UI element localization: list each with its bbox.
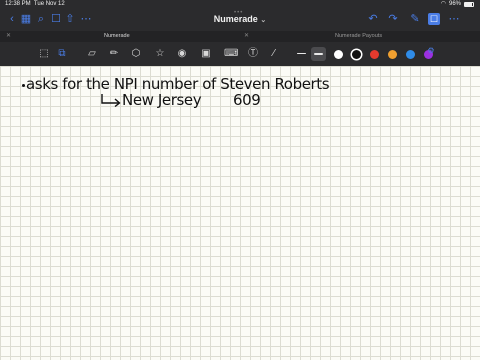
color-blue[interactable] xyxy=(406,50,415,59)
drawing-toolbar: ⬚ ⧉ ▱ ✏ ⬡ ☆ ◉ ▣ ⌨ Ⓣ ⁄ ⚙ xyxy=(0,42,480,66)
undo-icon[interactable]: ↶ xyxy=(367,13,379,25)
close-tab-icon[interactable]: ✕ xyxy=(244,31,249,42)
text-icon[interactable]: Ⓣ xyxy=(247,48,259,60)
status-time-text: 12:38 PM xyxy=(5,1,31,7)
battery-percent: 96% xyxy=(448,1,461,7)
shapes-icon[interactable]: ⬡ xyxy=(130,48,142,60)
tab-numerade-payouts[interactable]: Numerade Payouts xyxy=(335,31,382,42)
keyboard-icon[interactable]: ⌨ xyxy=(224,48,238,60)
stroke-medium[interactable] xyxy=(314,53,323,55)
note-line-2: New Jersey xyxy=(122,91,202,109)
image-icon[interactable]: ▣ xyxy=(200,48,212,60)
color-red[interactable] xyxy=(370,50,379,59)
wifi-icon: ◠ xyxy=(440,1,446,7)
document-title[interactable]: Numerade ⌄ xyxy=(0,14,480,24)
status-time: 12:38 PM Tue Nov 12 xyxy=(5,0,65,9)
battery-icon xyxy=(464,2,474,7)
stroke-thin[interactable] xyxy=(297,53,306,54)
arrow-icon xyxy=(101,94,121,107)
status-bar: 12:38 PM Tue Nov 12 ◠ 96% xyxy=(0,0,480,9)
color-white[interactable] xyxy=(334,50,343,59)
document-title-text: Numerade xyxy=(213,14,258,24)
sticker-icon[interactable]: ◉ xyxy=(176,48,188,60)
eraser-icon[interactable]: ▱ xyxy=(86,48,98,60)
scan-icon[interactable]: ⧉ xyxy=(56,48,68,60)
nav-bar: ••• ‹ ▦ ⌕ ☐ ⇧ ⋯ Numerade ⌄ ↶ ↷ ✎ ☐ ⋯ xyxy=(0,9,480,30)
lasso-icon[interactable]: ⬚ xyxy=(38,48,50,60)
color-black[interactable] xyxy=(352,50,361,59)
tab-bar: ✕ Numerade ✕ Numerade Payouts xyxy=(0,31,480,42)
color-orange[interactable] xyxy=(388,50,397,59)
close-tab-icon[interactable]: ✕ xyxy=(6,31,11,42)
color-picker-icon[interactable]: ⚙ xyxy=(427,45,435,57)
tab-numerade[interactable]: Numerade xyxy=(104,31,130,42)
chevron-down-icon: ⌄ xyxy=(260,17,267,24)
status-date-text: Tue Nov 12 xyxy=(33,1,65,7)
highlighter-icon[interactable]: ✏ xyxy=(108,48,120,60)
elements-icon[interactable]: ☆ xyxy=(154,48,166,60)
note-canvas[interactable] xyxy=(0,66,480,360)
note-area-code: 609 xyxy=(233,91,261,109)
add-page-icon[interactable]: ☐ xyxy=(428,13,440,25)
laser-icon[interactable]: ⁄ xyxy=(268,48,280,60)
redo-icon[interactable]: ↷ xyxy=(387,13,399,25)
bullet-point xyxy=(22,84,25,87)
status-indicators: ◠ 96% xyxy=(441,0,474,9)
more-options-icon[interactable]: ⋯ xyxy=(448,13,460,25)
edit-icon[interactable]: ✎ xyxy=(409,13,421,25)
